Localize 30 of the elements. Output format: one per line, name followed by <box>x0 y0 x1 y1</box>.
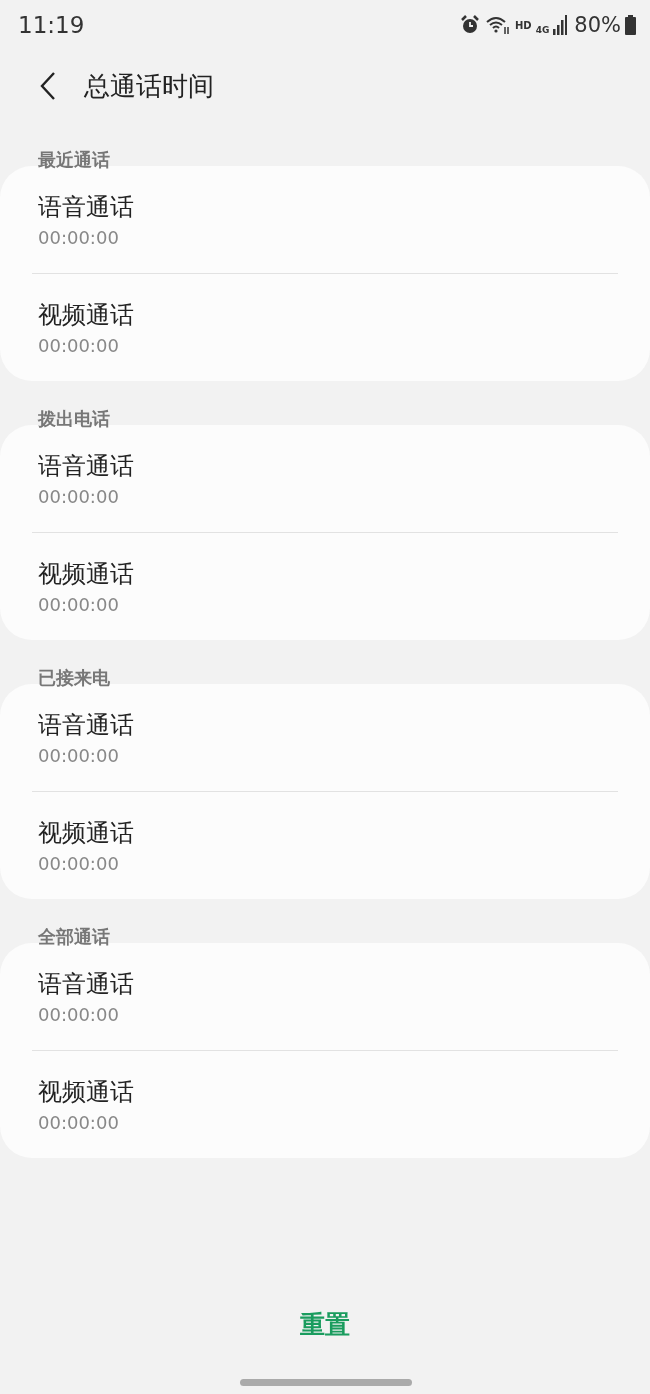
call-duration: 00:00:00 <box>38 1004 120 1025</box>
call-duration: 00:00:00 <box>38 853 120 874</box>
call-type-label: 语音通话 <box>38 710 135 741</box>
call-duration: 00:00:00 <box>38 594 120 615</box>
call-type-label: 语音通话 <box>38 192 135 223</box>
hd-label: HD <box>515 19 532 31</box>
wifi-icon <box>485 15 511 35</box>
call-time-row[interactable]: 视频通话 00:00:00 <box>0 274 650 381</box>
page-title: 总通话时间 <box>84 69 214 103</box>
call-type-label: 视频通话 <box>38 818 135 849</box>
alarm-icon <box>459 14 481 36</box>
call-time-row[interactable]: 视频通话 00:00:00 <box>0 533 650 640</box>
call-duration: 00:00:00 <box>38 335 120 356</box>
battery-icon <box>625 15 636 35</box>
call-duration: 00:00:00 <box>38 745 120 766</box>
battery-percent: 80% <box>574 13 621 37</box>
signal-icon <box>553 15 568 35</box>
call-time-row[interactable]: 视频通话 00:00:00 <box>0 792 650 899</box>
call-duration: 00:00:00 <box>38 486 120 507</box>
call-type-label: 视频通话 <box>38 1077 135 1108</box>
back-button[interactable] <box>40 71 56 101</box>
call-time-row[interactable]: 视频通话 00:00:00 <box>0 1051 650 1158</box>
call-type-label: 语音通话 <box>38 969 135 1000</box>
call-duration: 00:00:00 <box>38 227 120 248</box>
call-type-label: 视频通话 <box>38 300 135 331</box>
status-time: 11:19 <box>18 12 85 38</box>
network-label: 4G <box>535 25 550 35</box>
call-type-label: 语音通话 <box>38 451 135 482</box>
call-duration: 00:00:00 <box>38 1112 120 1133</box>
call-type-label: 视频通话 <box>38 559 135 590</box>
